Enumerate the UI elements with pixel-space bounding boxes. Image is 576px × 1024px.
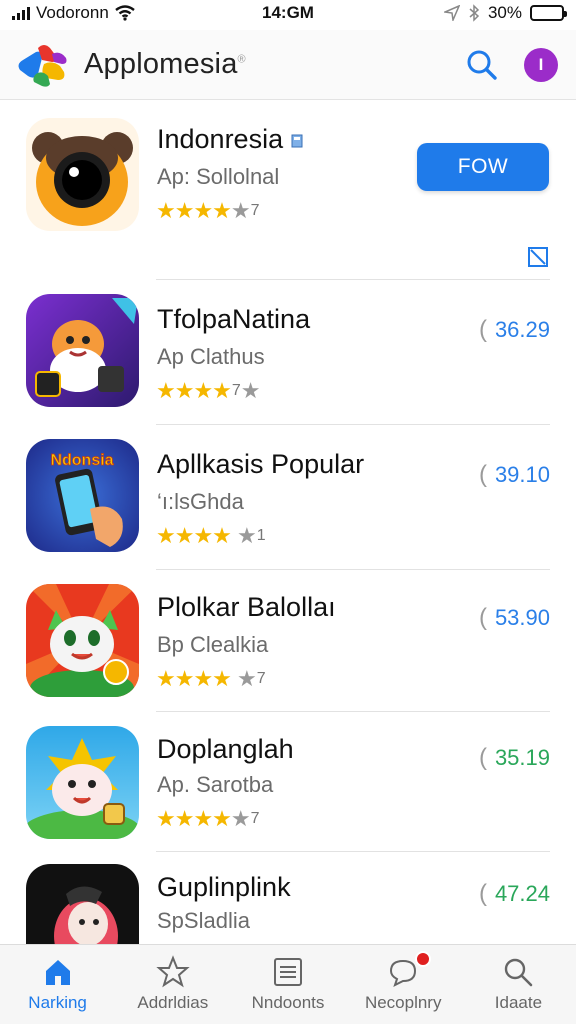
- tab-addrldias[interactable]: Addrldias: [115, 945, 230, 1024]
- app-icon: [26, 726, 139, 839]
- star-icon: ★★★★: [156, 198, 232, 223]
- list-item[interactable]: Guplinplink SpSladlia (47.24: [0, 852, 576, 944]
- tab-label: Addrldias: [137, 993, 209, 1012]
- home-icon: [45, 960, 70, 985]
- app-rating: ★★★★ ★ 7: [156, 806, 260, 831]
- brand-title: Applomesia®: [84, 48, 246, 80]
- tab-label: Nndoonts: [251, 993, 325, 1012]
- location-arrow-icon: [443, 5, 460, 21]
- star-icon: ★: [237, 666, 257, 691]
- tab-label: Idaate: [494, 993, 543, 1012]
- carrier-label: Vodoronn: [36, 3, 109, 22]
- app-subtitle: ‘ı:lsGhda: [157, 489, 244, 514]
- tab-label: Narking: [28, 993, 87, 1012]
- tab-idaate[interactable]: Idaate: [461, 945, 576, 1024]
- tab-label: Necoplnry: [364, 993, 442, 1012]
- app-name: TfolpaNatina: [157, 304, 311, 334]
- star-icon: ★★★★: [156, 666, 232, 691]
- tab-necoplnry[interactable]: Necoplnry: [346, 945, 461, 1024]
- app-price[interactable]: (47.24: [479, 880, 550, 908]
- app-subtitle: Bp Clealkia: [157, 632, 269, 657]
- app-name: Doplanglah: [157, 734, 294, 764]
- signal-icon: [12, 6, 30, 20]
- app-name: Guplinplink: [157, 872, 291, 902]
- star-icon: ★★★★: [156, 806, 232, 831]
- tab-nndoonts[interactable]: Nndoonts: [230, 945, 345, 1024]
- notification-badge: [414, 951, 431, 967]
- app-rating: ★★★★ ★ 7: [156, 666, 266, 691]
- battery-percent: 30%: [487, 3, 522, 22]
- status-bar: Vodoronn 14:GM 30%: [0, 0, 576, 26]
- list-item[interactable]: Plolkar Balollaı Bp Clealkia ★★★★ ★ 7 (53…: [0, 570, 576, 712]
- star-icon: ★: [230, 806, 251, 831]
- tab-narking[interactable]: Narking: [0, 945, 115, 1024]
- icon-label: Ndonsia: [50, 452, 113, 469]
- list-icon: [274, 958, 302, 986]
- star-icon: [156, 955, 190, 988]
- external-link-icon[interactable]: [527, 246, 549, 268]
- app-price[interactable]: (53.90: [479, 604, 550, 632]
- bluetooth-icon: [469, 4, 480, 22]
- featured-app-name: Indonresia: [157, 124, 303, 155]
- badge-icon: [291, 134, 303, 148]
- wifi-icon: [115, 5, 135, 21]
- featured-app-row[interactable]: Indonresia Ap: Sollolnal ★★★★ ★ 7 FOW: [0, 102, 576, 280]
- featured-app-rating: ★★★★ ★ 7: [156, 198, 260, 223]
- app-subtitle: Ap Clathus: [157, 344, 265, 369]
- app-rating: ★★★★ 7 ★: [156, 378, 261, 403]
- star-icon: ★★★★: [156, 378, 232, 403]
- featured-app-icon: [26, 118, 139, 231]
- star-icon: ★: [230, 198, 251, 223]
- avatar[interactable]: I: [524, 47, 558, 82]
- app-icon: [26, 584, 139, 697]
- star-icon: ★: [237, 523, 257, 548]
- list-item[interactable]: Ndonsia Apllkasis Popular ‘ı:lsGhda ★★★★…: [0, 425, 576, 570]
- app-name: Plolkar Balollaı: [157, 592, 336, 622]
- app-subtitle: SpSladlia: [157, 908, 250, 933]
- status-time: 14:GM: [262, 3, 314, 22]
- search-icon: [505, 958, 533, 987]
- logo-icon: [14, 40, 72, 90]
- search-icon: [467, 50, 497, 80]
- list-item[interactable]: Doplanglah Ap. Sarotba ★★★★ ★ 7 (35.19: [0, 712, 576, 852]
- app-price[interactable]: (39.10: [479, 461, 550, 489]
- app-price[interactable]: (36.29: [479, 316, 550, 344]
- get-button[interactable]: FOW: [417, 143, 549, 191]
- app-name: Apllkasis Popular: [157, 449, 365, 479]
- app-subtitle: Ap. Sarotba: [157, 772, 274, 797]
- battery-icon: [530, 5, 567, 21]
- app-header: Applomesia® I: [0, 30, 576, 100]
- search-button[interactable]: [462, 45, 502, 85]
- app-price[interactable]: (35.19: [479, 744, 550, 772]
- app-icon: [26, 864, 139, 944]
- app-icon: [26, 294, 139, 407]
- list-item[interactable]: TfolpaNatina Ap Clathus ★★★★ 7 ★ (36.29: [0, 280, 576, 425]
- tab-bar: Narking Addrldias Nndoonts Necoplnry Ida…: [0, 944, 576, 1024]
- app-icon: Ndonsia: [26, 439, 139, 552]
- featured-app-subtitle: Ap: Sollolnal: [157, 164, 280, 189]
- star-icon: ★: [240, 378, 261, 403]
- star-icon: ★★★★: [156, 523, 232, 548]
- app-rating: ★★★★ ★ 1: [156, 523, 266, 548]
